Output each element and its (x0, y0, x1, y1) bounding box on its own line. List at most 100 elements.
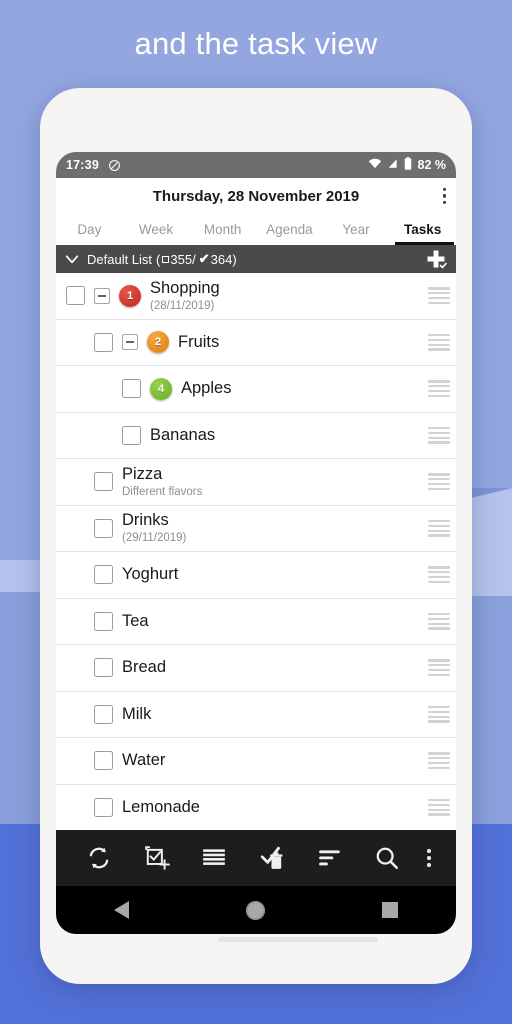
task-subtitle: Different flavors (122, 485, 203, 498)
tab-day[interactable]: Day (56, 214, 123, 245)
overflow-menu-icon[interactable] (442, 187, 446, 205)
task-row[interactable]: 1 Shopping (28/11/2019) (56, 273, 456, 320)
add-task-icon[interactable] (128, 845, 186, 871)
task-checkbox[interactable] (66, 286, 85, 306)
task-checkbox[interactable] (122, 425, 141, 445)
task-checkbox[interactable] (94, 565, 113, 585)
view-tabs: Day Week Month Agenda Year Tasks (56, 214, 456, 245)
task-row[interactable]: Tea (56, 598, 456, 645)
sync-icon[interactable] (70, 845, 128, 871)
do-not-disturb-icon (108, 159, 121, 172)
task-text: Drinks (29/11/2019) (122, 511, 186, 545)
task-row[interactable]: Milk (56, 691, 456, 738)
task-row[interactable]: 4 Apples (56, 366, 456, 413)
check-glyph-icon: ✔ (198, 251, 210, 266)
task-subtitle: (29/11/2019) (122, 532, 187, 545)
task-row[interactable]: Pizza Different flavors (56, 459, 456, 506)
drag-handle[interactable] (428, 426, 450, 444)
collapse-toggle[interactable] (94, 287, 110, 304)
open-prefix: ( (156, 251, 161, 267)
phone-screen: 17:39 82 % Thursday, 28 November 2019 Da… (56, 152, 456, 934)
task-checkbox[interactable] (94, 797, 113, 817)
task-text: Apples (181, 379, 231, 398)
add-list-icon[interactable] (424, 247, 448, 271)
count-suffix: ) (232, 251, 237, 267)
nav-back-icon[interactable] (114, 901, 130, 919)
list-header-text: Default List ( 355 / ✔ 364 ) (87, 251, 237, 267)
status-time: 17:39 (66, 158, 99, 172)
task-title: Pizza (122, 464, 163, 483)
task-list: 1 Shopping (28/11/2019) 2 Fruits 4 Apple… (56, 273, 456, 830)
task-checkbox[interactable] (94, 332, 113, 352)
priority-badge: 1 (119, 284, 141, 307)
nav-recents-icon[interactable] (381, 902, 398, 918)
task-title: Apples (181, 379, 232, 398)
task-title: Shopping (150, 278, 220, 297)
tab-year[interactable]: Year (323, 214, 390, 245)
tab-week[interactable]: Week (123, 214, 190, 245)
drag-handle[interactable] (428, 798, 450, 816)
open-count: 355 (170, 251, 193, 267)
task-row[interactable]: Drinks (29/11/2019) (56, 505, 456, 552)
task-row[interactable]: Lemonade (56, 784, 456, 830)
task-checkbox[interactable] (122, 379, 141, 399)
task-checkbox[interactable] (94, 751, 113, 771)
delete-completed-icon[interactable] (243, 845, 301, 871)
task-title: Lemonade (122, 797, 200, 816)
task-row[interactable]: Water (56, 738, 456, 785)
task-title: Water (122, 751, 166, 770)
chevron-down-icon[interactable] (64, 251, 80, 267)
task-checkbox[interactable] (94, 658, 113, 678)
status-indicators: 82 % (368, 157, 446, 173)
overflow-menu-icon[interactable] (416, 849, 442, 867)
drag-handle[interactable] (428, 287, 450, 305)
app-bar: Thursday, 28 November 2019 (56, 178, 456, 214)
drag-handle[interactable] (428, 659, 450, 677)
drag-handle[interactable] (428, 380, 450, 398)
phone-chin-bar (218, 937, 378, 942)
android-nav-bar (56, 886, 456, 934)
priority-badge: 4 (150, 377, 172, 400)
page-title: Thursday, 28 November 2019 (152, 187, 360, 205)
tab-tasks[interactable]: Tasks (389, 214, 456, 245)
drag-handle[interactable] (428, 519, 450, 537)
task-text: Milk (122, 705, 151, 724)
drag-handle[interactable] (428, 612, 450, 630)
task-row[interactable]: Bread (56, 645, 456, 692)
done-count: 364 (210, 251, 233, 267)
drag-handle[interactable] (428, 752, 450, 770)
list-view-icon[interactable] (185, 847, 243, 869)
task-title: Milk (122, 704, 152, 723)
tab-agenda[interactable]: Agenda (256, 214, 323, 245)
task-checkbox[interactable] (94, 518, 113, 538)
search-icon[interactable] (358, 845, 416, 871)
task-text: Bananas (150, 426, 215, 445)
task-row[interactable]: 2 Fruits (56, 319, 456, 366)
drag-handle[interactable] (428, 566, 450, 584)
task-row[interactable]: Bananas (56, 412, 456, 459)
task-checkbox[interactable] (94, 611, 113, 631)
task-text: Lemonade (122, 798, 200, 817)
nav-home-icon[interactable] (245, 900, 265, 920)
drag-handle[interactable] (428, 473, 450, 491)
task-checkbox[interactable] (94, 704, 113, 724)
drag-handle[interactable] (428, 333, 450, 351)
phone-mockup: 17:39 82 % Thursday, 28 November 2019 Da… (40, 88, 472, 984)
list-header[interactable]: Default List ( 355 / ✔ 364 ) (56, 245, 456, 273)
task-text: Pizza Different flavors (122, 465, 202, 499)
status-bar: 17:39 82 % (56, 152, 456, 178)
task-checkbox[interactable] (94, 472, 113, 492)
drag-handle[interactable] (428, 705, 450, 723)
sort-icon[interactable] (301, 847, 359, 869)
collapse-toggle[interactable] (122, 334, 138, 351)
task-title: Tea (122, 611, 149, 630)
task-row[interactable]: Yoghurt (56, 552, 456, 599)
count-separator: / (192, 251, 196, 267)
tab-month[interactable]: Month (189, 214, 256, 245)
task-subtitle: (28/11/2019) (150, 299, 215, 312)
battery-icon (404, 157, 412, 173)
signal-icon (387, 158, 399, 172)
bottom-toolbar (56, 830, 456, 886)
list-name: Default List (87, 251, 153, 267)
task-text: Fruits (178, 333, 219, 352)
